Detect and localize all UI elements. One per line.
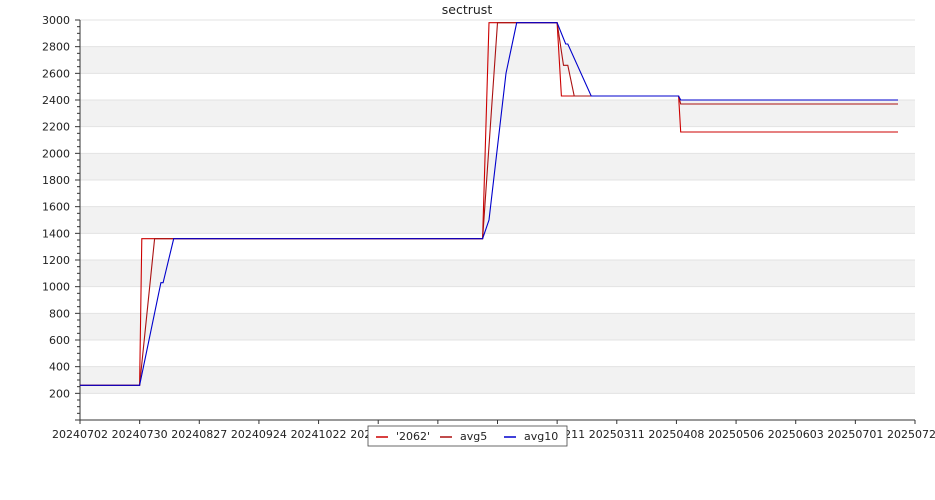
x-tick-label: 20250408 <box>648 428 704 441</box>
y-tick-label: 1800 <box>42 174 70 187</box>
line-chart: 200 400 600 800 1000 1200 1400 1600 1800 2000 2200… <box>42 2 935 447</box>
y-tick-label: 200 <box>49 387 70 400</box>
legend: '2062' avg5 avg10 <box>367 425 568 447</box>
x-tick-label: 20241022 <box>291 428 347 441</box>
y-tick-label: 600 <box>49 334 70 347</box>
x-tick-label: 20240924 <box>231 428 287 441</box>
x-tick-label: 20240827 <box>171 428 227 441</box>
x-tick-label: 20250701 <box>827 428 883 441</box>
grid-bands <box>80 19 915 394</box>
y-tick-label: 1000 <box>42 281 70 294</box>
x-tick-label: 20250603 <box>768 428 824 441</box>
chart-title: sectrust <box>442 2 493 17</box>
legend-label: '2062' <box>396 430 430 443</box>
y-tick-label: 2600 <box>42 67 70 80</box>
y-tick-label: 2200 <box>42 121 70 134</box>
y-tick-label: 2000 <box>42 147 70 160</box>
grid-band <box>80 153 915 180</box>
y-axis-ticks: 200 400 600 800 1000 1200 1400 1600 1800 2000 2200… <box>42 14 80 421</box>
y-tick-label: 400 <box>49 361 70 374</box>
grid-band <box>80 260 915 287</box>
x-tick-label: 20250506 <box>708 428 764 441</box>
y-tick-label: 1200 <box>42 254 70 267</box>
y-tick-label: 2400 <box>42 94 70 107</box>
grid-band <box>80 366 915 394</box>
grid-band <box>80 206 915 234</box>
y-tick-label: 1400 <box>42 227 70 240</box>
x-tick-label: 20240730 <box>112 428 168 441</box>
grid-band <box>80 46 915 74</box>
grid-band <box>80 313 915 340</box>
x-tick-label: 20250311 <box>589 428 645 441</box>
y-tick-label: 1600 <box>42 201 70 214</box>
y-tick-label: 800 <box>49 307 70 320</box>
y-tick-label: 2800 <box>42 41 70 54</box>
x-tick-label: 20250729 <box>887 428 935 441</box>
x-tick-label: 20240702 <box>52 428 108 441</box>
legend-label: avg10 <box>524 430 558 443</box>
y-tick-label: 3000 <box>42 14 70 27</box>
legend-label: avg5 <box>460 430 487 443</box>
